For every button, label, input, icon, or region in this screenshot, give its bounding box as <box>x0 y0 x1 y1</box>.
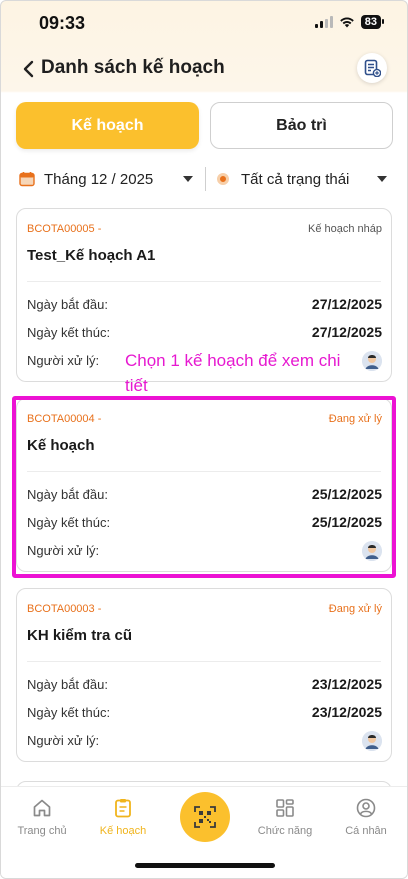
nav-functions[interactable]: Chức năng <box>249 797 321 837</box>
handler-label: Người xử lý: <box>27 733 100 748</box>
user-icon <box>356 798 376 818</box>
nav-profile-label: Cá nhân <box>345 825 387 837</box>
start-date-label: Ngày bắt đầu: <box>27 487 108 502</box>
page-title: Danh sách kế hoạch <box>41 57 225 78</box>
end-date-value: 23/12/2025 <box>311 704 382 720</box>
tab-maintenance[interactable]: Bảo trì <box>210 102 393 149</box>
document-add-icon <box>364 59 381 77</box>
avatar <box>362 351 382 371</box>
plan-card[interactable]: BCOTA00003 - Đang xử lý KH kiểm tra cũ Ngày… <box>16 588 392 762</box>
end-date-value: 27/12/2025 <box>311 324 382 340</box>
plan-card[interactable]: BCOTA00004 - Đang xử lý Kế hoạch Ngày bắt đ… <box>16 398 392 572</box>
nav-plan-label: Kế hoạch <box>99 825 147 837</box>
status-dot-icon <box>217 173 229 185</box>
plan-status-badge: Đang xử lý <box>328 603 382 615</box>
handler-label: Người xử lý: <box>27 353 100 368</box>
start-date-label: Ngày bắt đầu: <box>27 677 108 692</box>
add-document-button[interactable] <box>357 53 387 83</box>
divider <box>27 471 381 472</box>
plan-status-badge: Đang xử lý <box>328 413 382 425</box>
back-arrow-icon[interactable] <box>19 57 39 81</box>
month-filter-dropdown[interactable]: Tháng 12 / 2025 <box>19 165 197 193</box>
wifi-icon <box>339 17 354 28</box>
tab-plan[interactable]: Kế hoạch <box>16 102 199 149</box>
plan-name: KH kiểm tra cũ <box>27 627 133 644</box>
end-date-value: 25/12/2025 <box>311 514 382 530</box>
status-filter-dropdown[interactable]: Tất cả trạng thái <box>215 165 391 193</box>
start-date-label: Ngày bắt đầu: <box>27 297 108 312</box>
header: Danh sách kế hoạch <box>1 49 407 89</box>
home-icon <box>33 799 51 817</box>
plan-code: BCOTA00004 - <box>27 413 102 425</box>
qr-scan-button[interactable] <box>180 792 230 842</box>
app-screen: 09:33 83 Danh sách kế hoạch Kế hoạch Bảo… <box>0 0 408 879</box>
nav-plan[interactable]: Kế hoạch <box>87 797 159 837</box>
avatar <box>362 541 382 561</box>
divider <box>27 661 381 662</box>
battery-icon: 83 <box>360 15 385 29</box>
plan-status-badge: Kế hoạch nháp <box>307 223 382 235</box>
status-icons: 83 <box>314 15 385 29</box>
nav-home-label: Trang chủ <box>17 825 67 837</box>
nav-functions-label: Chức năng <box>257 825 313 837</box>
clipboard-icon <box>115 799 131 818</box>
annotation-text: Chọn 1 kế hoạch để xem chi tiết <box>125 351 341 395</box>
plan-name: Kế hoạch <box>27 437 95 454</box>
nav-home[interactable]: Trang chủ <box>6 797 78 837</box>
plan-name: Test_Kế hoạch A1 <box>27 247 156 264</box>
start-date-value: 27/12/2025 <box>311 296 382 312</box>
bottom-nav: Trang chủ Kế hoạch Chức năng Cá nhân <box>1 786 407 878</box>
signal-icon <box>314 16 333 28</box>
qr-code-icon <box>194 806 216 828</box>
month-filter-label: Tháng 12 / 2025 <box>44 170 154 188</box>
chevron-down-icon <box>183 176 193 182</box>
home-indicator <box>135 863 275 868</box>
end-date-label: Ngày kết thúc: <box>27 325 111 340</box>
start-date-value: 25/12/2025 <box>311 486 382 502</box>
calendar-icon <box>19 172 35 187</box>
status-time: 09:33 <box>39 13 86 33</box>
plan-code: BCOTA00005 - <box>27 223 102 235</box>
end-date-label: Ngày kết thúc: <box>27 705 111 720</box>
handler-label: Người xử lý: <box>27 543 100 558</box>
end-date-label: Ngày kết thúc: <box>27 515 111 530</box>
avatar <box>362 731 382 751</box>
plan-code: BCOTA00003 - <box>27 603 102 615</box>
filter-divider <box>205 167 206 191</box>
divider <box>27 281 381 282</box>
status-filter-label: Tất cả trạng thái <box>241 170 350 188</box>
nav-profile[interactable]: Cá nhân <box>330 797 402 837</box>
grid-icon <box>276 799 294 817</box>
status-bar: 09:33 83 <box>1 1 407 45</box>
chevron-down-icon <box>377 176 387 182</box>
start-date-value: 23/12/2025 <box>311 676 382 692</box>
